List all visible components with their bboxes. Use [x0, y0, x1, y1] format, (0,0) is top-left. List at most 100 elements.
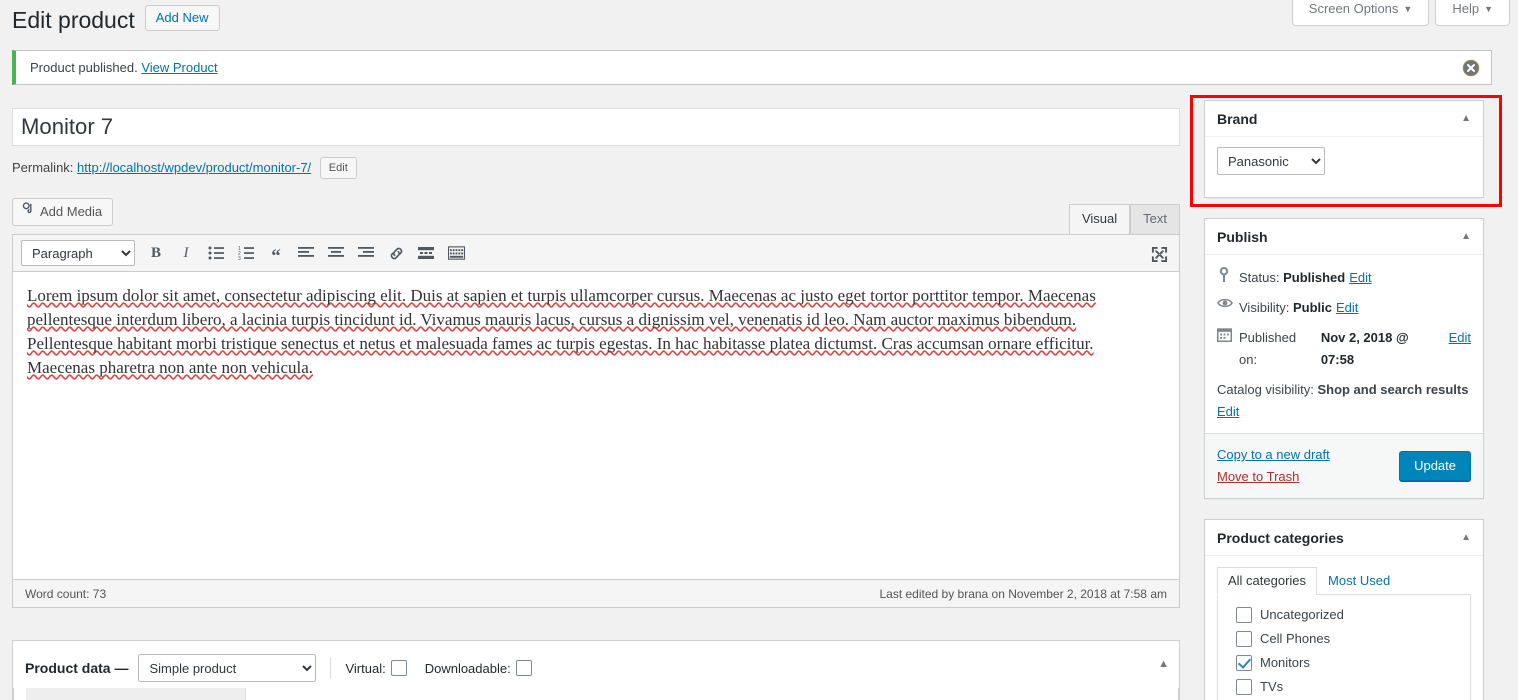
virtual-checkbox[interactable] [390, 660, 407, 676]
product-data-header: Product data — Simple product Virtual: D… [13, 641, 1179, 695]
align-left-icon[interactable] [292, 239, 320, 267]
downloadable-checkbox-row[interactable]: Downloadable: [425, 660, 532, 676]
divider [330, 657, 332, 679]
visibility-label: Visibility: [1239, 300, 1290, 315]
move-to-trash-link[interactable]: Move to Trash [1217, 466, 1330, 488]
brand-panel-body: Panasonic [1205, 137, 1483, 197]
word-count: Word count: 73 [25, 586, 107, 601]
editor-status-bar: Word count: 73 Last edited by brana on N… [12, 580, 1180, 608]
calendar-icon [1217, 327, 1239, 342]
product-data-tabs-column [26, 688, 246, 700]
published-on-row: Published on: Nov 2, 2018 @ 07:58 Edit [1217, 323, 1471, 375]
add-media-button[interactable]: Add Media [12, 198, 114, 226]
chevron-down-icon: ▼ [1484, 4, 1493, 14]
permalink-url[interactable]: http://localhost/wpdev/product/monitor-7… [77, 160, 311, 175]
product-categories-body: All categories Most Used Uncategorized C… [1205, 556, 1483, 700]
add-new-button[interactable]: Add New [144, 4, 220, 31]
eye-icon [1217, 297, 1239, 309]
published-notice: Product published. View Product [12, 50, 1492, 85]
sidebar: Brand ▲ Panasonic Publish ▲ Status: Publ… [1204, 100, 1484, 700]
product-categories-header[interactable]: Product categories ▲ [1205, 520, 1483, 556]
product-categories-title: Product categories [1217, 529, 1344, 546]
insert-link-icon[interactable] [382, 239, 410, 267]
publish-panel-body: Status: Published Edit Visibility: Public… [1205, 255, 1483, 433]
category-item-uncategorized[interactable]: Uncategorized [1228, 603, 1460, 627]
media-icon [21, 199, 35, 223]
paragraph-format-select[interactable]: Paragraph [21, 240, 135, 266]
notice-text-wrap: Product published. View Product [28, 60, 218, 75]
update-button[interactable]: Update [1399, 451, 1471, 481]
chevron-up-icon[interactable]: ▲ [1461, 231, 1471, 242]
brand-panel: Brand ▲ Panasonic [1204, 100, 1484, 198]
status-value: Published [1283, 270, 1346, 285]
category-item-monitors[interactable]: Monitors [1228, 651, 1460, 675]
page-title: Edit product [12, 7, 135, 33]
edit-permalink-button[interactable]: Edit [319, 156, 357, 179]
category-label: Monitors [1260, 655, 1310, 670]
svg-text:3: 3 [238, 256, 241, 260]
chevron-up-icon[interactable]: ▲ [1158, 658, 1169, 670]
category-label: Uncategorized [1260, 607, 1344, 622]
product-title-input[interactable] [12, 108, 1180, 146]
align-right-icon[interactable] [352, 239, 380, 267]
screen-options-button[interactable]: Screen Options ▼ [1291, 0, 1430, 26]
category-item-tvs[interactable]: TVs [1228, 675, 1460, 699]
publish-actions: Copy to a new draft Move to Trash Update [1205, 433, 1483, 498]
chevron-up-icon[interactable]: ▲ [1461, 532, 1471, 543]
edit-catalog-visibility-link[interactable]: Edit [1217, 401, 1471, 423]
category-checkbox[interactable] [1236, 655, 1252, 671]
brand-panel-header[interactable]: Brand ▲ [1205, 101, 1483, 137]
category-label: TVs [1260, 679, 1284, 694]
category-checkbox[interactable] [1236, 607, 1252, 623]
product-categories-panel: Product categories ▲ All categories Most… [1204, 519, 1484, 700]
screen-options-label: Screen Options [1308, 1, 1399, 16]
virtual-label: Virtual: [345, 660, 386, 676]
visibility-value: Public [1292, 300, 1332, 315]
category-label: Cell Phones [1260, 631, 1331, 646]
bold-icon[interactable]: B [142, 239, 170, 267]
align-center-icon[interactable] [322, 239, 350, 267]
tab-text[interactable]: Text [1130, 204, 1180, 234]
edit-published-link[interactable]: Edit [1449, 327, 1471, 349]
chevron-up-icon[interactable]: ▲ [1461, 113, 1471, 124]
downloadable-checkbox[interactable] [515, 660, 532, 676]
publish-panel-header[interactable]: Publish ▲ [1205, 219, 1483, 255]
help-button[interactable]: Help ▼ [1435, 0, 1510, 26]
chevron-down-icon: ▼ [1403, 4, 1413, 14]
distraction-free-icon[interactable] [1145, 240, 1173, 268]
status-label: Status: [1239, 270, 1280, 285]
read-more-icon[interactable] [412, 239, 440, 267]
italic-icon[interactable]: I [172, 239, 200, 267]
view-product-link[interactable]: View Product [141, 60, 217, 75]
last-edited: Last edited by brana on November 2, 2018… [879, 586, 1167, 601]
toolbar-toggle-icon[interactable] [442, 239, 470, 267]
copy-to-new-draft-link[interactable]: Copy to a new draft [1217, 444, 1330, 466]
product-type-select[interactable]: Simple product [138, 654, 317, 682]
help-label: Help [1452, 1, 1480, 16]
status-row: Status: Published Edit [1217, 263, 1471, 293]
tab-most-used[interactable]: Most Used [1317, 567, 1401, 595]
numbered-list-icon[interactable]: 123 [232, 239, 260, 267]
pin-icon [1217, 267, 1239, 283]
editor-content-area[interactable]: Lorem ipsum dolor sit amet, consectetur … [12, 272, 1180, 580]
bulleted-list-icon[interactable] [202, 239, 230, 267]
close-circle-icon[interactable] [1461, 58, 1481, 78]
category-checkbox[interactable] [1236, 679, 1252, 695]
category-checkbox[interactable] [1236, 631, 1252, 647]
media-buttons-row: Add Media Visual Text [12, 198, 1180, 235]
catalog-visibility-value: Shop and search results [1317, 382, 1469, 397]
brand-select[interactable]: Panasonic [1217, 147, 1325, 175]
edit-visibility-link[interactable]: Edit [1336, 297, 1358, 319]
visibility-row: Visibility: Public Edit [1217, 293, 1471, 323]
tab-visual[interactable]: Visual [1068, 204, 1131, 235]
category-tabs: All categories Most Used [1217, 566, 1471, 595]
permalink-label: Permalink: [12, 160, 74, 175]
blockquote-icon[interactable]: “ [262, 239, 290, 267]
tab-all-categories[interactable]: All categories [1217, 567, 1318, 595]
category-checklist[interactable]: Uncategorized Cell Phones Monitors TVs [1217, 594, 1471, 700]
publish-panel: Publish ▲ Status: Published Edit Visibili… [1204, 218, 1484, 499]
permalink-row: Permalink: http://localhost/wpdev/produc… [12, 156, 1180, 182]
category-item-cell-phones[interactable]: Cell Phones [1228, 627, 1460, 651]
edit-status-link[interactable]: Edit [1349, 267, 1371, 289]
virtual-checkbox-row[interactable]: Virtual: [345, 660, 407, 676]
